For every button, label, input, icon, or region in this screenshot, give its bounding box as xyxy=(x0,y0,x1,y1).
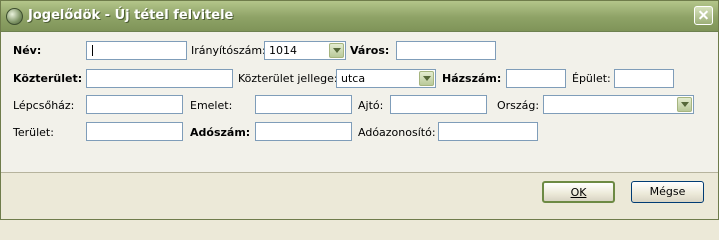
chevron-down-icon[interactable] xyxy=(329,43,344,58)
cancel-button[interactable]: Mégse xyxy=(631,181,704,203)
window-title: Jogelődök - Új tétel felvitele xyxy=(28,8,234,23)
lepcsohaz-input[interactable] xyxy=(86,95,183,114)
varos-label: Város: xyxy=(350,44,390,57)
chevron-down-icon[interactable] xyxy=(419,71,434,86)
button-bar: OK Mégse xyxy=(1,173,718,219)
iranyitoszam-select[interactable]: 1014 xyxy=(264,41,346,60)
form-panel: Név: Irányítószám: 1014 Város: Közterüle… xyxy=(1,32,718,173)
ok-button[interactable]: OK xyxy=(542,181,615,203)
epulet-input[interactable] xyxy=(614,69,674,88)
close-button[interactable] xyxy=(694,6,713,25)
chevron-down-icon[interactable] xyxy=(677,97,692,112)
lepcsohaz-label: Lépcsőház: xyxy=(13,99,75,112)
nev-label: Név: xyxy=(13,44,42,57)
emelet-input[interactable] xyxy=(255,95,352,114)
nev-input[interactable] xyxy=(86,41,187,60)
adoazonosito-input[interactable] xyxy=(438,122,538,141)
hazszam-label: Házszám: xyxy=(442,72,502,85)
varos-input[interactable] xyxy=(396,41,496,60)
title-bar[interactable]: Jogelődök - Új tétel felvitele xyxy=(1,1,718,32)
terulet-input[interactable] xyxy=(86,122,183,141)
emelet-label: Emelet: xyxy=(190,99,233,112)
hazszam-input[interactable] xyxy=(506,69,566,88)
ajto-label: Ajtó: xyxy=(358,99,384,112)
dialog-window: Jogelődök - Új tétel felvitele Név: Irán… xyxy=(0,0,719,220)
kozterulet-input[interactable] xyxy=(86,69,233,88)
orszag-label: Ország: xyxy=(497,99,540,112)
adoazonosito-label: Adóazonosító: xyxy=(358,126,436,139)
terulet-label: Terület: xyxy=(13,126,54,139)
cancel-button-label: Mégse xyxy=(649,185,686,198)
kozterulet-jellege-value: utca xyxy=(341,72,366,85)
adoszam-label: Adószám: xyxy=(190,126,251,139)
text-caret xyxy=(92,45,93,56)
app-icon xyxy=(6,8,23,25)
iranyitoszam-value: 1014 xyxy=(269,44,297,57)
iranyitoszam-label: Irányítószám: xyxy=(191,44,266,57)
ajto-input[interactable] xyxy=(390,95,487,114)
ok-button-label: OK xyxy=(570,186,587,199)
kozterulet-jellege-select[interactable]: utca xyxy=(336,69,436,88)
kozterulet-jellege-label: Közterület jellege: xyxy=(238,72,338,85)
orszag-select[interactable] xyxy=(543,95,694,114)
epulet-label: Épület: xyxy=(572,72,611,85)
adoszam-input[interactable] xyxy=(255,122,352,141)
kozterulet-label: Közterület: xyxy=(13,72,83,85)
